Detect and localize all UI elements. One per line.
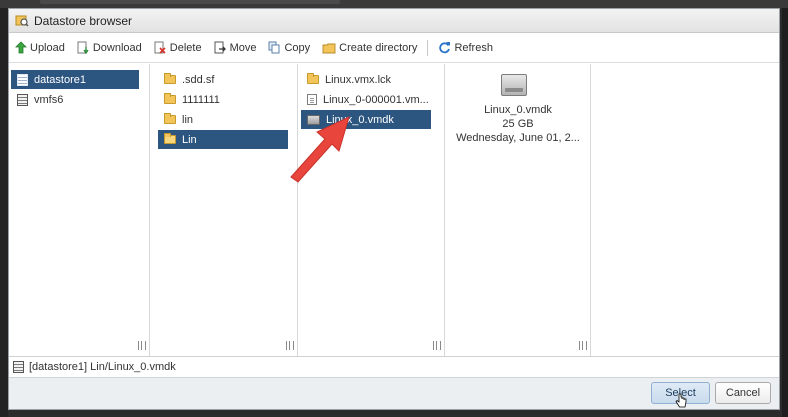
empty-column [591, 64, 779, 356]
folder-item[interactable]: 1111111 [158, 90, 288, 109]
preview-modified-date: Wednesday, June 01, 2... [456, 132, 580, 144]
folder-column: .sdd.sf 1111111 lin Lin [150, 64, 298, 356]
folder-item-label: lin [182, 113, 194, 126]
backdrop-left [0, 8, 8, 417]
datastore-icon [17, 73, 28, 86]
file-icon [307, 94, 317, 105]
copy-icon [268, 41, 280, 54]
column-resize-handle[interactable] [433, 341, 441, 350]
upload-label: Upload [30, 41, 65, 54]
background-window-text [40, 0, 340, 4]
datastore-item[interactable]: datastore1 [11, 70, 139, 89]
dialog-titlebar: Datastore browser [9, 9, 779, 33]
toolbar: Upload Download Delete Move Copy Create … [9, 33, 779, 63]
backdrop-right [782, 8, 788, 417]
toolbar-separator [427, 39, 429, 56]
delete-button[interactable]: Delete [154, 38, 202, 58]
refresh-button[interactable]: Refresh [438, 38, 493, 58]
selected-path: [datastore1] Lin/Linux_0.vmdk [29, 361, 176, 373]
folder-item[interactable]: lin [158, 110, 288, 129]
move-label: Move [229, 41, 257, 54]
folder-item[interactable]: .sdd.sf [158, 70, 288, 89]
delete-label: Delete [169, 41, 202, 54]
folder-icon [164, 73, 176, 84]
upload-button[interactable]: Upload [15, 38, 65, 58]
background-window [0, 0, 788, 8]
create-directory-button[interactable]: Create directory [322, 38, 417, 58]
preview-file-name: Linux_0.vmdk [484, 104, 552, 116]
browser-columns: datastore1 vmfs6 .sdd.sf 1111111 lin Lin… [9, 64, 779, 357]
dialog-title: Datastore browser [34, 13, 133, 28]
folder-item[interactable]: Lin [158, 130, 288, 149]
download-button[interactable]: Download [77, 38, 142, 58]
cancel-button[interactable]: Cancel [715, 382, 771, 404]
datastore-column: datastore1 vmfs6 [9, 64, 150, 356]
datastore-icon [13, 361, 24, 373]
file-preview-panel: Linux_0.vmdk 25 GB Wednesday, June 01, 2… [445, 64, 591, 356]
file-item[interactable]: Linux.vmx.lck [301, 70, 431, 89]
folder-icon [307, 73, 319, 84]
refresh-label: Refresh [454, 41, 493, 54]
download-icon [77, 41, 89, 54]
folder-open-icon [164, 133, 176, 144]
refresh-icon [439, 42, 451, 54]
copy-button[interactable]: Copy [268, 38, 310, 58]
column-resize-handle[interactable] [286, 341, 294, 350]
copy-label: Copy [284, 41, 311, 54]
hand-cursor-icon [675, 393, 687, 408]
folder-item-label: Lin [182, 133, 197, 146]
upload-icon [15, 41, 27, 54]
selected-path-bar: [datastore1] Lin/Linux_0.vmdk [9, 357, 779, 377]
datastore-item-label: vmfs6 [34, 93, 64, 106]
datastore-browser-dialog: Datastore browser Upload Download Delete [8, 8, 780, 410]
create-directory-label: Create directory [339, 41, 418, 54]
delete-icon [154, 41, 166, 54]
virtual-disk-icon [501, 74, 527, 96]
folder-item-label: 1111111 [182, 93, 220, 106]
folder-icon [164, 113, 176, 124]
folder-item-label: .sdd.sf [182, 73, 215, 86]
download-label: Download [92, 41, 142, 54]
preview-file-size: 25 GB [502, 118, 534, 130]
red-pointer-arrow-icon [290, 116, 350, 183]
file-item-label: Linux_0-000001.vm... [323, 93, 429, 106]
move-icon [214, 41, 226, 54]
datastore-item-label: datastore1 [34, 73, 86, 86]
datastore-item[interactable]: vmfs6 [11, 90, 139, 109]
move-button[interactable]: Move [214, 38, 257, 58]
datastore-icon [17, 93, 28, 106]
column-resize-handle[interactable] [579, 341, 587, 350]
dialog-footer: Select Cancel [9, 377, 779, 409]
file-item-label: Linux.vmx.lck [325, 73, 392, 86]
new-folder-icon [322, 43, 336, 53]
column-resize-handle[interactable] [138, 341, 146, 350]
datastore-browser-icon [15, 14, 29, 28]
folder-icon [164, 93, 176, 104]
